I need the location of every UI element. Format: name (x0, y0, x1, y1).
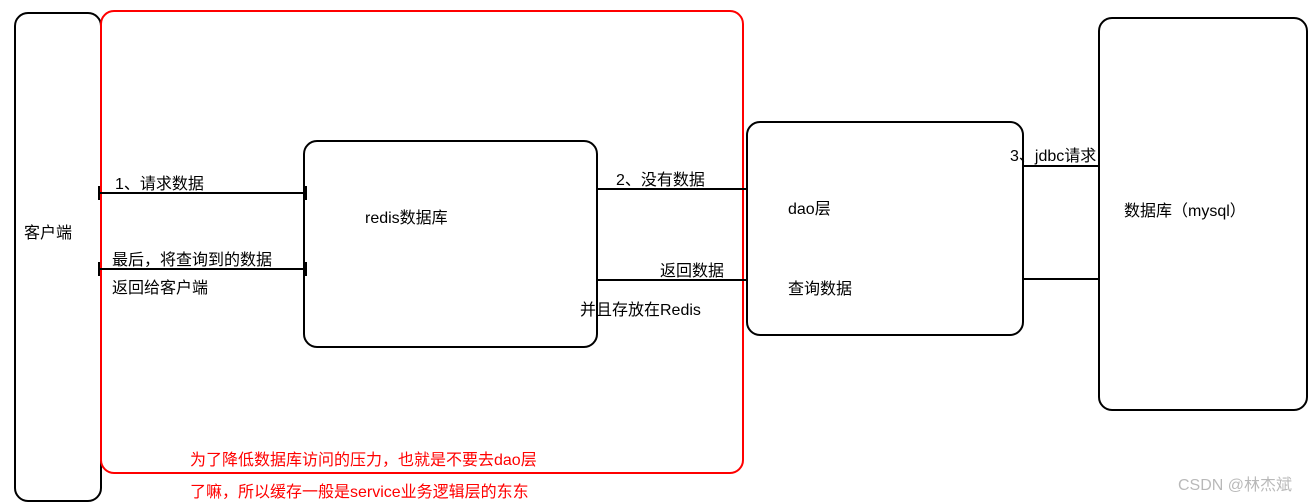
edge-return-client-start (98, 262, 100, 276)
edge-return-data-label-b: 并且存放在Redis (580, 296, 701, 320)
edge-jdbc-end (1098, 159, 1100, 173)
client-label: 客户端 (24, 219, 72, 243)
edge-mysql-return-start (1022, 272, 1024, 286)
dao-label: dao层 (788, 195, 831, 219)
edge-request-data-label: 1、请求数据 (115, 170, 204, 194)
edge-jdbc-label: 3、jdbc请求 (1010, 142, 1096, 166)
edge-return-data-start (596, 273, 598, 287)
edge-no-data-end (746, 182, 748, 196)
edge-return-client-label-a: 最后，将查询到的数据 (112, 246, 272, 270)
redis-label: redis数据库 (365, 204, 656, 228)
watermark: CSDN @林杰斌 (1178, 471, 1292, 495)
mysql-label: 数据库（mysql） (1124, 197, 1246, 221)
edge-return-data-end (746, 273, 748, 287)
edge-request-data-start (98, 186, 100, 200)
edge-mysql-return-end (1098, 272, 1100, 286)
edge-no-data-label: 2、没有数据 (616, 166, 705, 190)
note-line1: 为了降低数据库访问的压力，也就是不要去dao层 (190, 446, 537, 470)
edge-no-data-start (596, 182, 598, 196)
client-box: 客户端 (14, 12, 102, 502)
edge-mysql-return (1022, 278, 1100, 280)
dao-box: dao层 查询数据 (746, 121, 1024, 336)
mysql-box: 数据库（mysql） (1098, 17, 1308, 411)
edge-return-client-end (305, 262, 307, 276)
redis-box: redis数据库 (303, 140, 598, 348)
note-line2: 了嘛，所以缓存一般是service业务逻辑层的东东 (190, 478, 529, 502)
edge-return-client-label-b: 返回给客户端 (112, 274, 208, 298)
dao-sub-label: 查询数据 (788, 275, 852, 299)
edge-request-data-end (305, 186, 307, 200)
edge-return-data-label-a: 返回数据 (660, 257, 724, 281)
